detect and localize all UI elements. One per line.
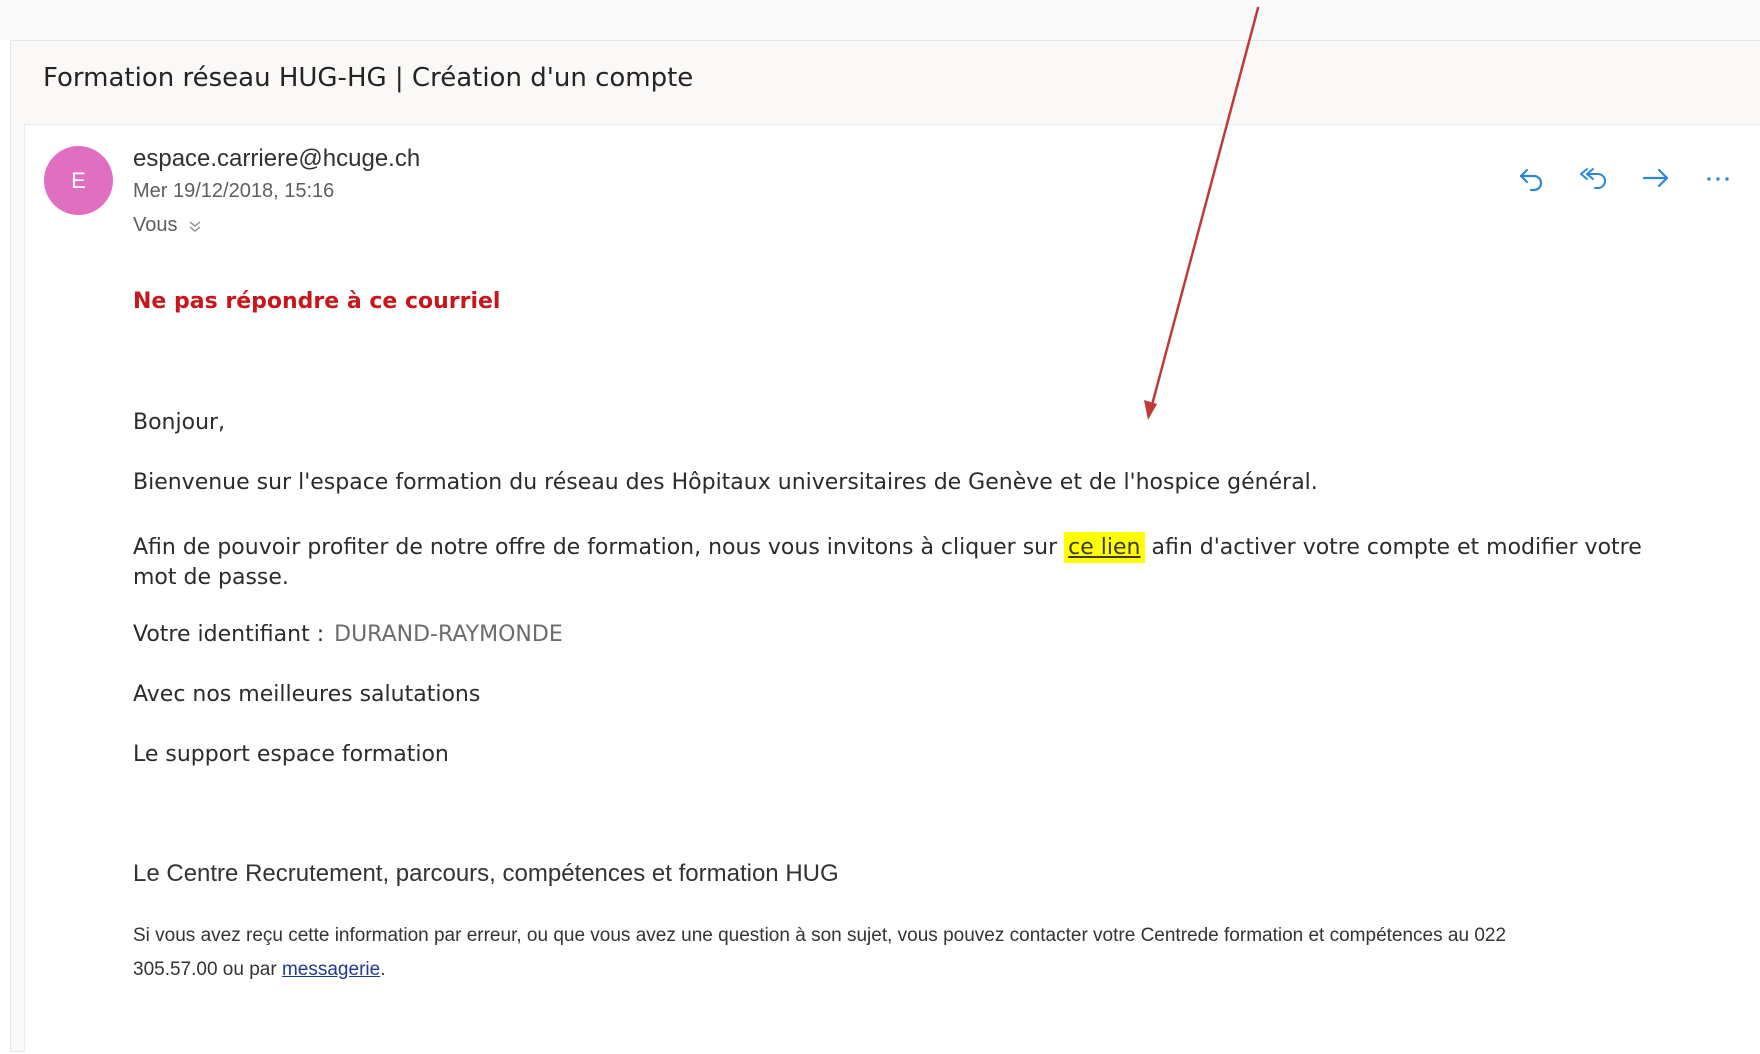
activation-text-before: Afin de pouvoir profiter de notre offre … [133, 535, 1065, 560]
more-actions-button[interactable] [1698, 160, 1738, 196]
activation-text-after: afin d'activer votre compte et modifier … [1144, 535, 1642, 560]
identifier-label: Votre identifiant : [133, 622, 325, 647]
greeting: Bonjour, [133, 410, 226, 435]
support-signature: Le support espace formation [133, 742, 449, 767]
sender-avatar[interactable]: E [44, 146, 113, 215]
messagerie-link[interactable]: messagerie [282, 959, 380, 980]
activation-link[interactable]: ce lien [1064, 532, 1145, 563]
identifier-value: DURAND-RAYMONDE [334, 622, 563, 647]
reply-icon [1519, 168, 1543, 192]
footer-text: 305.57.00 ou par [133, 959, 282, 980]
activation-paragraph-continuation: mot de passe. [133, 565, 289, 590]
welcome-text: Bienvenue sur l'espace formation du rése… [133, 470, 1318, 495]
chevron-down-icon[interactable] [187, 218, 203, 234]
footer-line-2: 305.57.00 ou par messagerie. [133, 959, 385, 981]
recipient-label: Vous [133, 214, 178, 236]
email-subject: Formation réseau HUG-HG | Création d'un … [43, 63, 694, 93]
activation-paragraph: Afin de pouvoir profiter de notre offre … [133, 530, 1642, 565]
message-actions [1512, 160, 1738, 196]
sender-address[interactable]: espace.carriere@hcuge.ch [133, 145, 420, 173]
reply-all-icon [1580, 168, 1606, 189]
forward-icon [1642, 168, 1669, 188]
no-reply-warning: Ne pas répondre à ce courriel [133, 289, 501, 314]
identifier-row: Votre identifiant : DURAND-RAYMONDE [133, 622, 563, 647]
salutation: Avec nos meilleures salutations [133, 682, 481, 707]
reply-all-button[interactable] [1574, 160, 1614, 196]
recipient-row[interactable]: Vous [133, 214, 203, 237]
top-background [0, 0, 1760, 40]
avatar-letter: E [71, 167, 86, 193]
footer-period: . [380, 959, 386, 980]
email-date: Mer 19/12/2018, 15:16 [133, 180, 335, 202]
reply-button[interactable] [1512, 160, 1552, 196]
centre-signature: Le Centre Recrutement, parcours, compéte… [133, 860, 839, 887]
footer-line-1: Si vous avez reçu cette information par … [133, 925, 1507, 946]
forward-button[interactable] [1636, 160, 1676, 196]
more-icon [1707, 177, 1729, 181]
